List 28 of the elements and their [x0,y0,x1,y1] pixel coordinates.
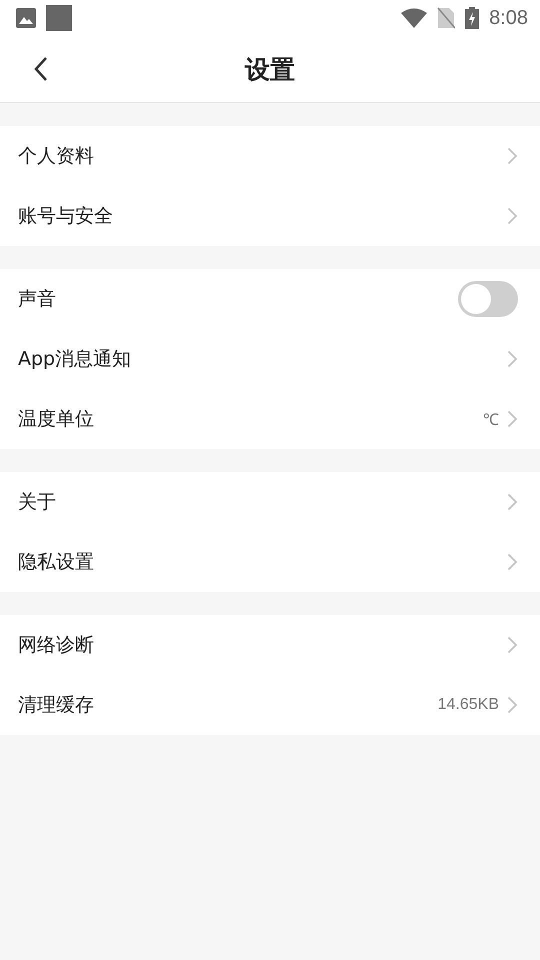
setting-value: ℃ [483,411,499,430]
sound-switch[interactable] [458,281,518,317]
wifi-icon [401,8,428,28]
chevron-icon [507,493,518,511]
battery-icon [465,7,480,29]
setting-label[interactable]: 清理缓存 [18,692,438,718]
setting-label[interactable]: 声音 [18,286,458,312]
square-icon [46,5,72,31]
setting-label[interactable]: 温度单位 [18,406,483,432]
chevron-icon [507,147,518,165]
chevron-icon [507,410,518,428]
image-icon [16,8,36,28]
setting-label[interactable]: 隐私设置 [18,549,507,575]
setting-value: 14.65KB [438,696,499,714]
setting-label[interactable]: 个人资料 [18,143,507,169]
chevron-icon [507,636,518,654]
chevron-icon [507,207,518,225]
chevron-icon [507,696,518,714]
chevron-icon [507,553,518,571]
chevron-icon [507,350,518,368]
status-time: 8:08 [489,6,528,30]
setting-label[interactable]: 关于 [18,489,507,515]
page-title: 设置 [245,54,295,86]
no-sim-icon [437,7,456,29]
setting-label[interactable]: 账号与安全 [18,203,507,229]
setting-label[interactable]: App消息通知 [18,346,507,372]
back-icon[interactable] [34,56,48,82]
setting-label[interactable]: 网络诊断 [18,632,507,658]
